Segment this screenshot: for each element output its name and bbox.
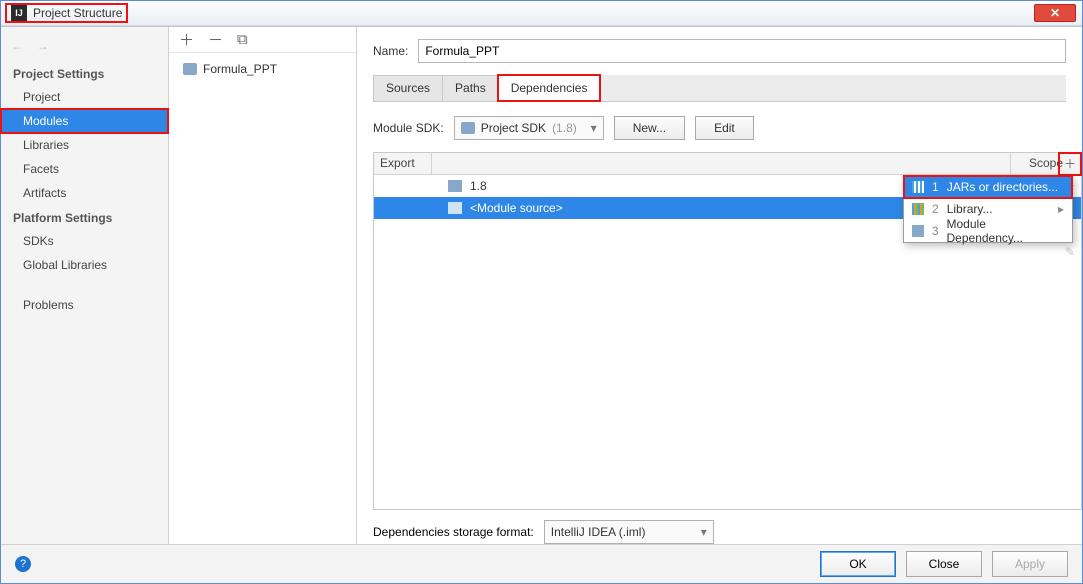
tab-sources[interactable]: Sources <box>373 75 443 101</box>
submenu-arrow-icon: ▸ <box>1058 202 1064 216</box>
nav-facets[interactable]: Facets <box>1 157 168 181</box>
dialog-footer: ? OK Close Apply <box>1 544 1082 583</box>
add-icon[interactable]: ＋ <box>179 29 194 50</box>
app-icon: IJ <box>11 5 27 21</box>
nav-sdks[interactable]: SDKs <box>1 229 168 253</box>
module-name-input[interactable] <box>418 39 1066 63</box>
module-sdk-combo[interactable]: Project SDK (1.8) ▾ <box>454 116 604 140</box>
project-structure-window: IJ Project Structure ✕ ← → Project Setti… <box>0 0 1083 584</box>
module-editor: Name: Sources Paths Dependencies Module … <box>357 27 1082 544</box>
dep-label: 1.8 <box>470 179 487 193</box>
tab-dependencies[interactable]: Dependencies <box>498 75 601 101</box>
col-export: Export <box>374 153 432 174</box>
module-icon <box>912 225 924 237</box>
back-icon[interactable]: ← <box>11 39 23 53</box>
remove-icon[interactable]: － <box>208 29 223 50</box>
sdk-hint: (1.8) <box>552 121 577 135</box>
tree-toolbar: ＋ － ⧉ <box>169 27 356 53</box>
ok-button[interactable]: OK <box>820 551 896 577</box>
add-dependency-popup: 1 JARs or directories... 2 Library... ▸ … <box>903 175 1073 243</box>
titlebar: IJ Project Structure ✕ <box>1 1 1082 26</box>
section-platform-settings: Platform Settings <box>1 205 168 229</box>
module-tabs: Sources Paths Dependencies <box>373 75 1066 102</box>
folder-icon <box>448 202 462 214</box>
nav-project[interactable]: Project <box>1 85 168 109</box>
deps-header: Export Scope <box>374 153 1081 175</box>
sdk-icon <box>461 122 475 134</box>
popup-module-dependency[interactable]: 3 Module Dependency... <box>904 220 1072 242</box>
nav-global-libraries[interactable]: Global Libraries <box>1 253 168 277</box>
popup-label: Module Dependency... <box>947 217 1064 245</box>
storage-value: IntelliJ IDEA (.iml) <box>551 525 646 539</box>
sdk-label: Module SDK: <box>373 121 444 135</box>
popup-label: JARs or directories... <box>947 180 1058 194</box>
sdk-new-button[interactable]: New... <box>614 116 685 140</box>
module-icon <box>183 63 197 75</box>
popup-index: 1 <box>932 180 939 194</box>
window-title: Project Structure <box>33 6 122 20</box>
dialog-body: ← → Project Settings Project Modules Lib… <box>1 26 1082 544</box>
dep-label: <Module source> <box>470 201 563 215</box>
add-dependency-button[interactable]: ＋ <box>1059 153 1081 175</box>
settings-sidebar: ← → Project Settings Project Modules Lib… <box>1 27 169 544</box>
library-icon <box>912 203 924 215</box>
chevron-down-icon: ▾ <box>701 525 707 539</box>
copy-icon[interactable]: ⧉ <box>237 31 248 48</box>
apply-button[interactable]: Apply <box>992 551 1068 577</box>
dependencies-table: Export Scope 1.8 <Module source> ＋ <box>373 152 1082 510</box>
sdk-edit-button[interactable]: Edit <box>695 116 754 140</box>
nav-problems[interactable]: Problems <box>1 293 168 317</box>
module-tree-pane: ＋ － ⧉ Formula_PPT <box>169 27 357 544</box>
storage-label: Dependencies storage format: <box>373 525 534 539</box>
cancel-button[interactable]: Close <box>906 551 982 577</box>
popup-index: 3 <box>932 224 939 238</box>
close-button[interactable]: ✕ <box>1034 4 1076 22</box>
nav-libraries[interactable]: Libraries <box>1 133 168 157</box>
popup-jars[interactable]: 1 JARs or directories... <box>904 176 1072 198</box>
jars-icon <box>912 181 924 193</box>
name-label: Name: <box>373 44 408 58</box>
popup-label: Library... <box>947 202 993 216</box>
folder-icon <box>448 180 462 192</box>
module-node[interactable]: Formula_PPT <box>175 59 350 79</box>
nav-modules[interactable]: Modules <box>1 109 168 133</box>
section-project-settings: Project Settings <box>1 61 168 85</box>
tab-paths[interactable]: Paths <box>442 75 499 101</box>
help-icon[interactable]: ? <box>15 556 31 572</box>
popup-index: 2 <box>932 202 939 216</box>
chevron-down-icon: ▾ <box>591 121 597 135</box>
module-label: Formula_PPT <box>203 62 277 76</box>
nav-artifacts[interactable]: Artifacts <box>1 181 168 205</box>
storage-format-combo[interactable]: IntelliJ IDEA (.iml) ▾ <box>544 520 714 544</box>
forward-icon[interactable]: → <box>37 39 49 53</box>
sdk-value: Project SDK <box>481 121 546 135</box>
nav-history: ← → <box>1 33 168 61</box>
col-name <box>432 153 1011 174</box>
